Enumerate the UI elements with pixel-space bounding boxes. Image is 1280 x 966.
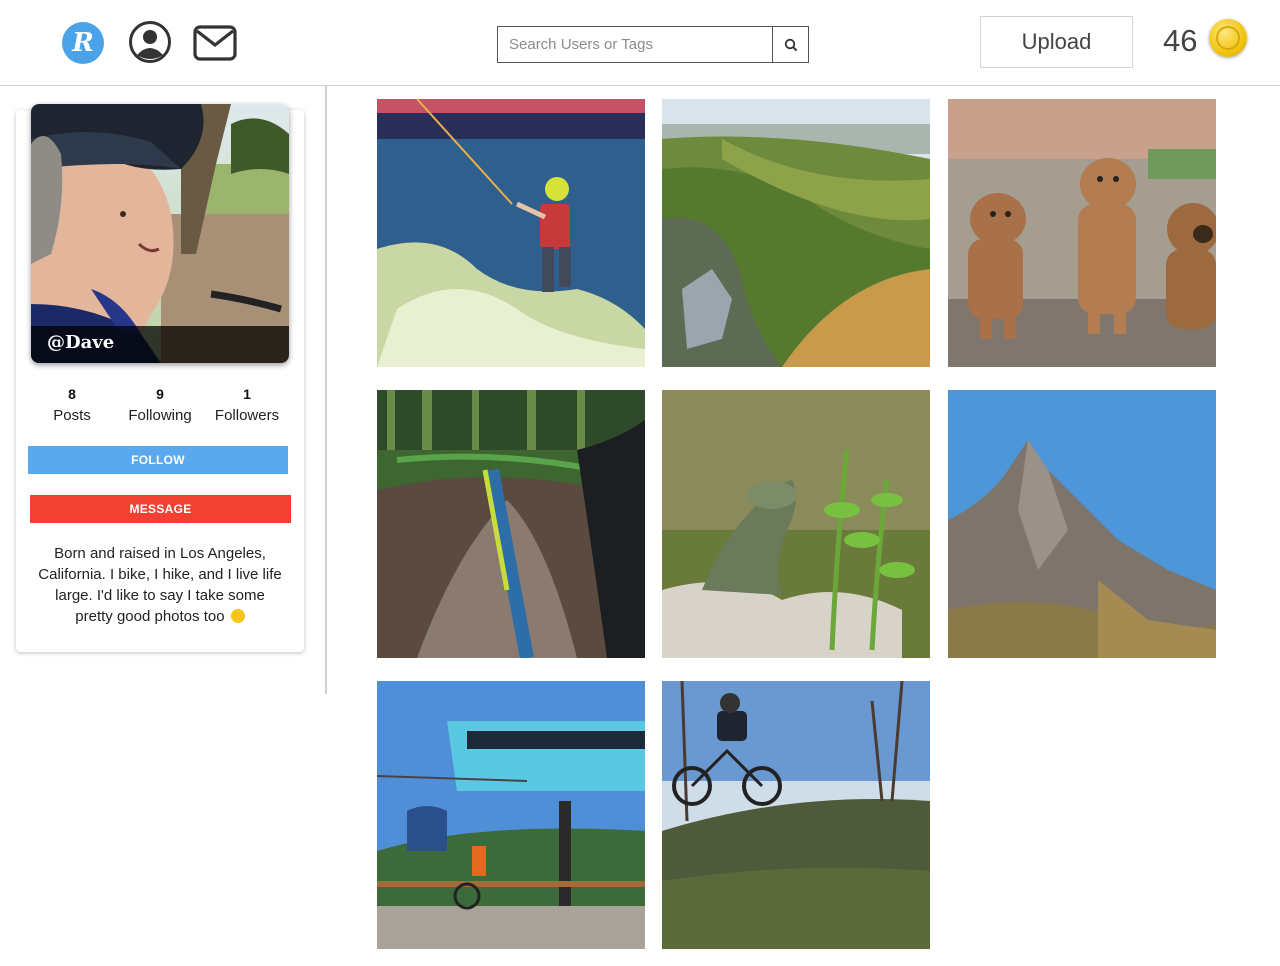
profile-bio: Born and raised in Los Angeles, Californ… (36, 543, 284, 627)
photo-tile[interactable] (662, 390, 930, 658)
photo-tile[interactable] (662, 99, 930, 367)
photo-tile[interactable] (377, 390, 645, 658)
search-bar (497, 26, 809, 63)
stat-posts[interactable]: 8 Posts (42, 386, 102, 424)
photo-iguana (662, 390, 930, 658)
app-logo-icon[interactable]: R (62, 22, 104, 64)
stat-followers[interactable]: 1 Followers (208, 386, 286, 424)
coin-icon (1209, 19, 1247, 57)
smirk-emoji-icon (230, 609, 245, 623)
photo-three-puppies (948, 99, 1216, 367)
photo-mountain-bike-trail (377, 390, 645, 658)
photo-gondola-lift (377, 681, 645, 949)
bio-text: Born and raised in Los Angeles, Californ… (38, 545, 282, 625)
search-input[interactable] (498, 27, 772, 62)
following-count: 9 (156, 386, 164, 402)
photo-tile[interactable] (948, 390, 1216, 658)
upload-button[interactable]: Upload (980, 16, 1133, 68)
coin-count: 46 (1163, 23, 1198, 58)
search-button[interactable] (772, 27, 808, 62)
profile-icon[interactable] (128, 20, 172, 64)
stat-following[interactable]: 9 Following (120, 386, 200, 424)
photo-tile[interactable] (377, 99, 645, 367)
message-button[interactable]: MESSAGE (30, 495, 291, 523)
follow-button[interactable]: FOLLOW (28, 446, 288, 474)
photo-tile[interactable] (948, 99, 1216, 367)
followers-count: 1 (243, 386, 251, 402)
following-label: Following (128, 407, 192, 424)
search-icon (784, 38, 797, 51)
sidebar-divider (325, 86, 327, 694)
photo-bike-jump (662, 681, 930, 949)
photo-green-valley (662, 99, 930, 367)
mail-icon[interactable] (193, 25, 237, 61)
followers-label: Followers (214, 407, 280, 424)
profile-username: @Dave (31, 326, 289, 363)
posts-count: 8 (68, 386, 76, 402)
profile-avatar[interactable]: @Dave (31, 104, 289, 363)
top-nav-bar: R Upload 46 (0, 0, 1280, 86)
photo-tile[interactable] (662, 681, 930, 949)
photo-rocky-peak (948, 390, 1216, 658)
posts-label: Posts (53, 407, 91, 424)
photo-tile[interactable] (377, 681, 645, 949)
photo-wakeboarding (377, 99, 645, 367)
